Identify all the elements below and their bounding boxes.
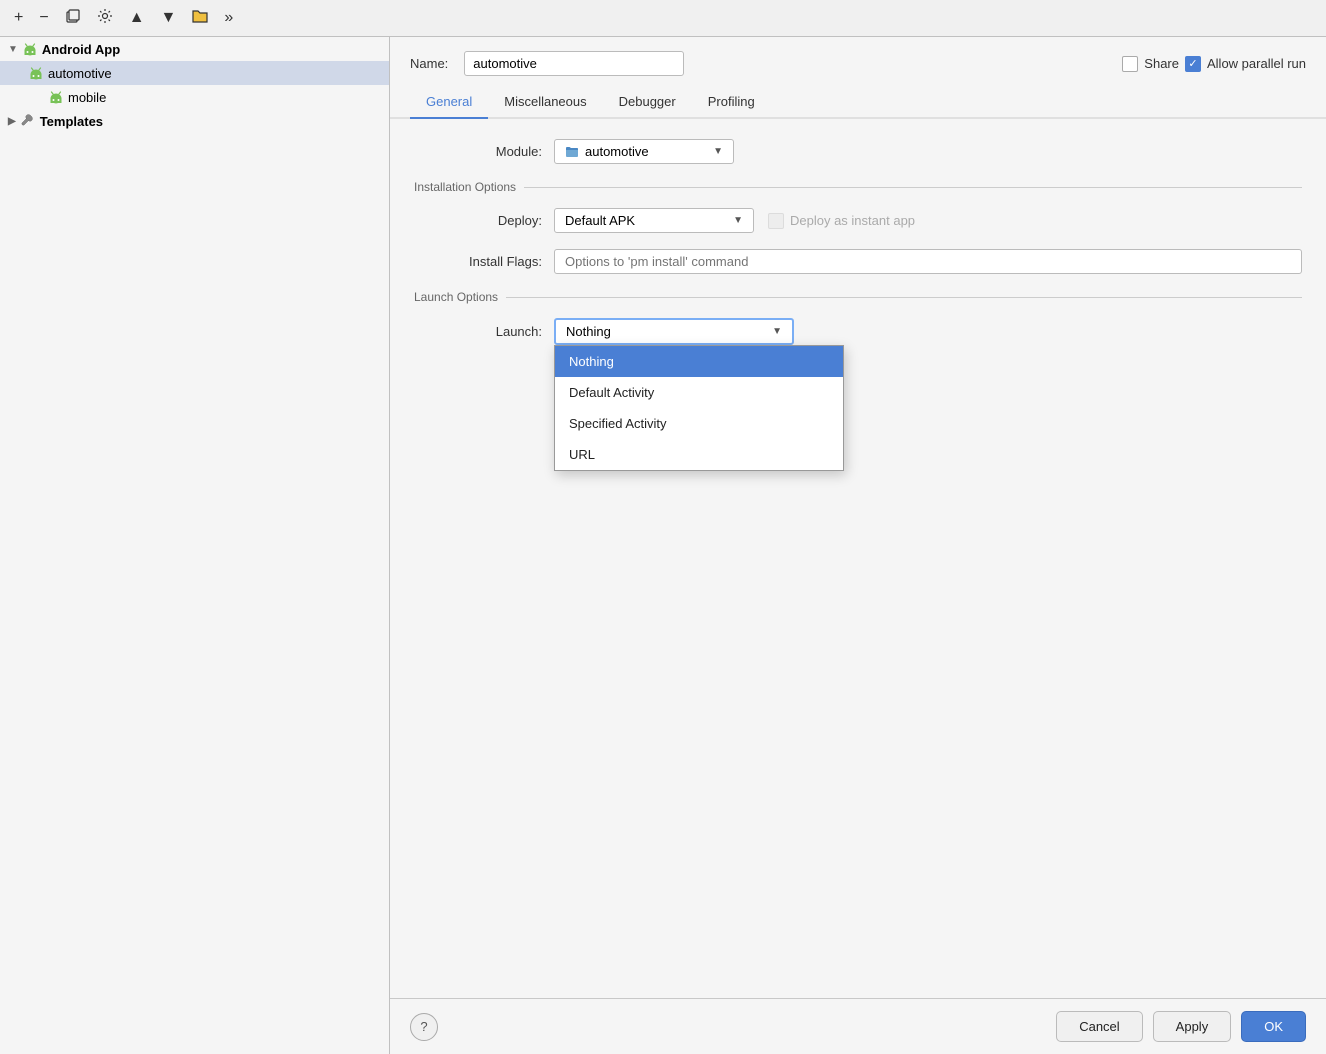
install-flags-label: Install Flags:: [414, 254, 554, 269]
launch-option-default-activity[interactable]: Default Activity: [555, 377, 843, 408]
more-button[interactable]: »: [220, 8, 237, 28]
remove-button[interactable]: −: [35, 8, 52, 28]
install-flags-row: Install Flags:: [414, 249, 1302, 274]
module-value: automotive: [585, 144, 649, 159]
section-line: [524, 187, 1302, 188]
bottom-bar: ? Cancel Apply OK: [390, 998, 1326, 1054]
share-area: Share ✓ Allow parallel run: [1122, 56, 1306, 72]
launch-dropdown-menu: Nothing Default Activity Specified Activ…: [554, 345, 844, 471]
android-icon: [22, 41, 38, 57]
deploy-label: Deploy:: [414, 213, 554, 228]
tabs-row: General Miscellaneous Debugger Profiling: [390, 86, 1326, 119]
launch-label: Launch:: [414, 324, 554, 339]
cancel-button[interactable]: Cancel: [1056, 1011, 1142, 1042]
tab-general[interactable]: General: [410, 86, 488, 119]
launch-options-header: Launch Options: [414, 290, 1302, 304]
up-button[interactable]: ▲: [125, 8, 149, 28]
tab-miscellaneous[interactable]: Miscellaneous: [488, 86, 602, 119]
tree-item-mobile[interactable]: mobile: [0, 85, 389, 109]
module-dropdown[interactable]: automotive ▼: [554, 139, 734, 164]
tree-item-templates[interactable]: ▶ Templates: [0, 109, 389, 133]
tab-profiling[interactable]: Profiling: [692, 86, 771, 119]
expand-triangle: ▼: [8, 44, 18, 55]
expand-triangle-templates: ▶: [8, 116, 16, 127]
deploy-value: Default APK: [565, 213, 635, 228]
add-button[interactable]: +: [10, 8, 27, 28]
module-row: Module: automotive ▼: [414, 139, 1302, 164]
mobile-label: mobile: [68, 90, 106, 105]
deploy-row: Deploy: Default APK ▼ Deploy as instant …: [414, 208, 1302, 233]
automotive-label: automotive: [48, 66, 112, 81]
launch-option-specified-activity[interactable]: Specified Activity: [555, 408, 843, 439]
tree-item-android-app[interactable]: ▼ Android App: [0, 37, 389, 61]
launch-dropdown-wrapper: Nothing ▼ Nothing Default Activity Speci…: [554, 318, 794, 345]
settings-button[interactable]: [93, 6, 117, 30]
install-flags-input[interactable]: [554, 249, 1302, 274]
content-area: Module: automotive ▼ Installation Option…: [390, 119, 1326, 998]
module-label: Module:: [414, 144, 554, 159]
android-app-label: Android App: [42, 42, 120, 57]
copy-button[interactable]: [61, 6, 85, 30]
instant-app-label: Deploy as instant app: [790, 213, 915, 228]
tab-debugger[interactable]: Debugger: [603, 86, 692, 119]
launch-options-label: Launch Options: [414, 290, 498, 304]
wrench-icon: [20, 113, 36, 129]
installation-options-header: Installation Options: [414, 180, 1302, 194]
main-content: ▼ Android App automotive: [0, 37, 1326, 1054]
section-line-2: [506, 297, 1302, 298]
android-icon-mobile: [48, 89, 64, 105]
installation-options-label: Installation Options: [414, 180, 516, 194]
launch-dropdown[interactable]: Nothing ▼: [554, 318, 794, 345]
instant-app-area: Deploy as instant app: [768, 213, 915, 229]
share-checkbox[interactable]: [1122, 56, 1138, 72]
android-icon-automotive: [28, 65, 44, 81]
parallel-label: Allow parallel run: [1207, 56, 1306, 71]
deploy-arrow: ▼: [733, 215, 743, 226]
apply-button[interactable]: Apply: [1153, 1011, 1232, 1042]
help-button[interactable]: ?: [410, 1013, 438, 1041]
launch-option-nothing[interactable]: Nothing: [555, 346, 843, 377]
parallel-checkbox[interactable]: ✓: [1185, 56, 1201, 72]
toolbar: + − ▲ ▼ »: [0, 0, 1326, 37]
right-panel: Name: Share ✓ Allow parallel run General…: [390, 37, 1326, 1054]
instant-app-checkbox[interactable]: [768, 213, 784, 229]
launch-value: Nothing: [566, 324, 611, 339]
down-button[interactable]: ▼: [157, 8, 181, 28]
launch-row: Launch: Nothing ▼ Nothing Default Activi…: [414, 318, 1302, 345]
ok-button[interactable]: OK: [1241, 1011, 1306, 1042]
module-folder-icon: [565, 145, 579, 159]
name-label: Name:: [410, 56, 448, 71]
launch-arrow: ▼: [772, 326, 782, 337]
name-input[interactable]: [464, 51, 684, 76]
templates-label: Templates: [40, 114, 103, 129]
left-panel: ▼ Android App automotive: [0, 37, 390, 1054]
tree-item-automotive[interactable]: automotive: [0, 61, 389, 85]
module-dropdown-arrow: ▼: [713, 146, 723, 157]
launch-option-url[interactable]: URL: [555, 439, 843, 470]
folder-button[interactable]: [188, 6, 212, 30]
deploy-dropdown[interactable]: Default APK ▼: [554, 208, 754, 233]
share-label: Share: [1144, 56, 1179, 71]
header-row: Name: Share ✓ Allow parallel run: [390, 37, 1326, 86]
